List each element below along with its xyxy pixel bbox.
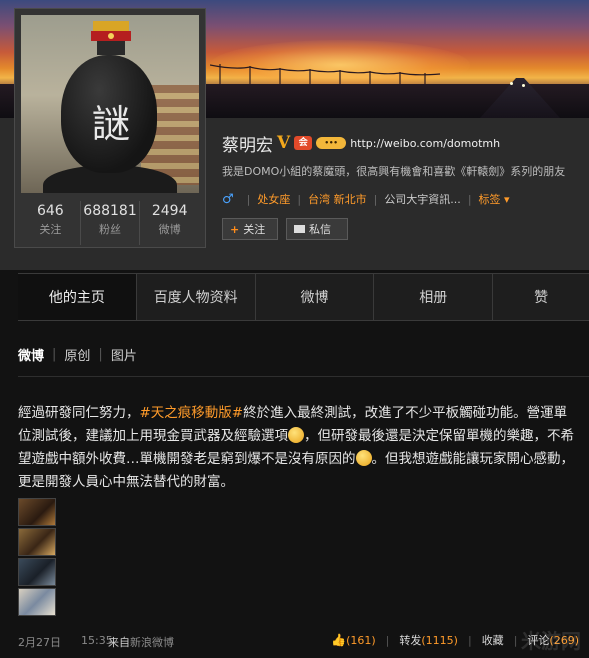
male-gender-icon: ♂ — [222, 191, 234, 207]
divider: | — [52, 347, 57, 362]
post-date[interactable]: 2月27日 — [18, 634, 61, 650]
name-row: 蔡明宏 V 会 ••• http://weibo.com/domotmh — [222, 131, 500, 156]
divider: | — [467, 633, 472, 647]
power-lines — [210, 64, 440, 86]
post-image-strip — [18, 498, 58, 618]
favorite-button[interactable]: 收藏 — [482, 632, 504, 648]
divider: | — [467, 192, 472, 206]
filter-images[interactable]: 图片 — [111, 345, 137, 364]
thumbs-up-icon: 👍 — [331, 633, 347, 647]
profile-url-link[interactable]: http://weibo.com/domotmh — [350, 137, 500, 150]
stat-value: 646 — [36, 203, 64, 219]
tab-weibo[interactable]: 微博 — [256, 274, 375, 320]
from-label: 来自 — [108, 636, 130, 649]
tab-baidu-profile[interactable]: 百度人物资料 — [137, 274, 256, 320]
stat-label: 关注 — [39, 223, 62, 236]
user-name: 蔡明宏 — [222, 135, 273, 156]
post-image-thumbnail[interactable] — [18, 588, 56, 616]
tab-likes[interactable]: 赞 — [493, 274, 589, 320]
profile-tags-row: ♂ | 处女座 | 台湾 新北市 | 公司大宇資訊... | 标签 ▾ — [222, 190, 510, 208]
source-link[interactable]: 新浪微博 — [130, 636, 174, 649]
constellation-link[interactable]: 处女座 — [257, 191, 290, 207]
divider: | — [98, 347, 103, 362]
stat-label: 粉丝 — [99, 223, 121, 236]
follow-label: 关注 — [243, 223, 266, 236]
post-image-thumbnail[interactable] — [18, 558, 56, 586]
stat-following[interactable]: 646 关注 — [21, 201, 80, 245]
post-source: 来自新浪微博 — [108, 634, 174, 650]
filter-original[interactable]: 原创 — [64, 345, 90, 364]
vip-member-icon[interactable]: 会 — [294, 136, 313, 150]
message-button[interactable]: 私信 — [286, 218, 348, 240]
stat-weibo[interactable]: 2494 微博 — [139, 201, 199, 245]
divider-line — [18, 376, 589, 377]
divider: | — [246, 192, 251, 206]
repost-count: (1115) — [421, 634, 458, 647]
divider: | — [385, 633, 390, 647]
distant-light — [522, 84, 525, 87]
tags-dropdown[interactable]: 标签 ▾ — [479, 191, 510, 207]
like-button[interactable]: 👍(161) — [331, 633, 376, 647]
site-watermark: 米游网 — [521, 629, 581, 653]
post-text-part: 經過研發同仁努力， — [18, 405, 140, 421]
feed-filter: 微博 | 原创 | 图片 — [18, 345, 137, 364]
stat-fans[interactable]: 688181 粉丝 — [79, 201, 140, 245]
post-footer: 2月27日 15:35 来自新浪微博 👍(161) | 转发(1115) | 收… — [18, 632, 589, 650]
hashtag-link[interactable]: #天之痕移動版# — [140, 405, 244, 421]
stats-bar: 646 关注 688181 粉丝 2494 微博 — [21, 201, 199, 245]
stat-label: 微博 — [158, 223, 181, 236]
bio-text: 我是DOMO小組的蔡魔頭，很高興有機會和喜歡《軒轅劍》系列的朋友 — [222, 165, 566, 178]
stat-value: 2494 — [151, 203, 188, 219]
level-badge-icon[interactable]: ••• — [316, 137, 347, 149]
avatar-glyph: 謎 — [91, 102, 130, 146]
repost-label: 转发 — [399, 634, 422, 647]
repost-button[interactable]: 转发(1115) — [399, 632, 458, 648]
mail-icon — [294, 225, 305, 233]
crying-emoji-icon — [355, 450, 372, 466]
plus-icon: + — [230, 222, 240, 236]
avatar[interactable]: 謎 — [21, 15, 199, 193]
divider: | — [373, 192, 378, 206]
company-link[interactable]: 公司大宇資訊... — [384, 191, 461, 207]
follow-button[interactable]: + 关注 — [222, 218, 278, 240]
smirk-emoji-icon — [288, 427, 304, 443]
profile-tabs: 他的主页 百度人物资料 微博 相册 赞 — [18, 273, 589, 321]
post-image-thumbnail[interactable] — [18, 528, 56, 556]
filter-weibo[interactable]: 微博 — [18, 345, 44, 364]
post-image-thumbnail[interactable] — [18, 498, 56, 526]
message-label: 私信 — [309, 223, 331, 236]
verified-icon[interactable]: V — [277, 133, 290, 153]
post-text: 經過研發同仁努力，#天之痕移動版#終於進入最終測試，改進了不少平板觸碰功能。營運… — [18, 402, 578, 494]
divider: | — [297, 192, 302, 206]
stat-value: 688181 — [83, 203, 137, 219]
divider: | — [513, 633, 518, 647]
tab-home[interactable]: 他的主页 — [18, 274, 137, 320]
location-link[interactable]: 台湾 新北市 — [308, 191, 367, 207]
like-count: (161) — [346, 634, 376, 647]
chevron-down-icon: ▾ — [504, 193, 510, 206]
hat-icon — [91, 21, 131, 55]
tab-album[interactable]: 相册 — [374, 274, 494, 320]
distant-light — [510, 82, 513, 85]
avatar-card: 謎 646 关注 688181 粉丝 2494 微博 — [14, 8, 206, 248]
tags-label: 标签 — [478, 193, 501, 206]
